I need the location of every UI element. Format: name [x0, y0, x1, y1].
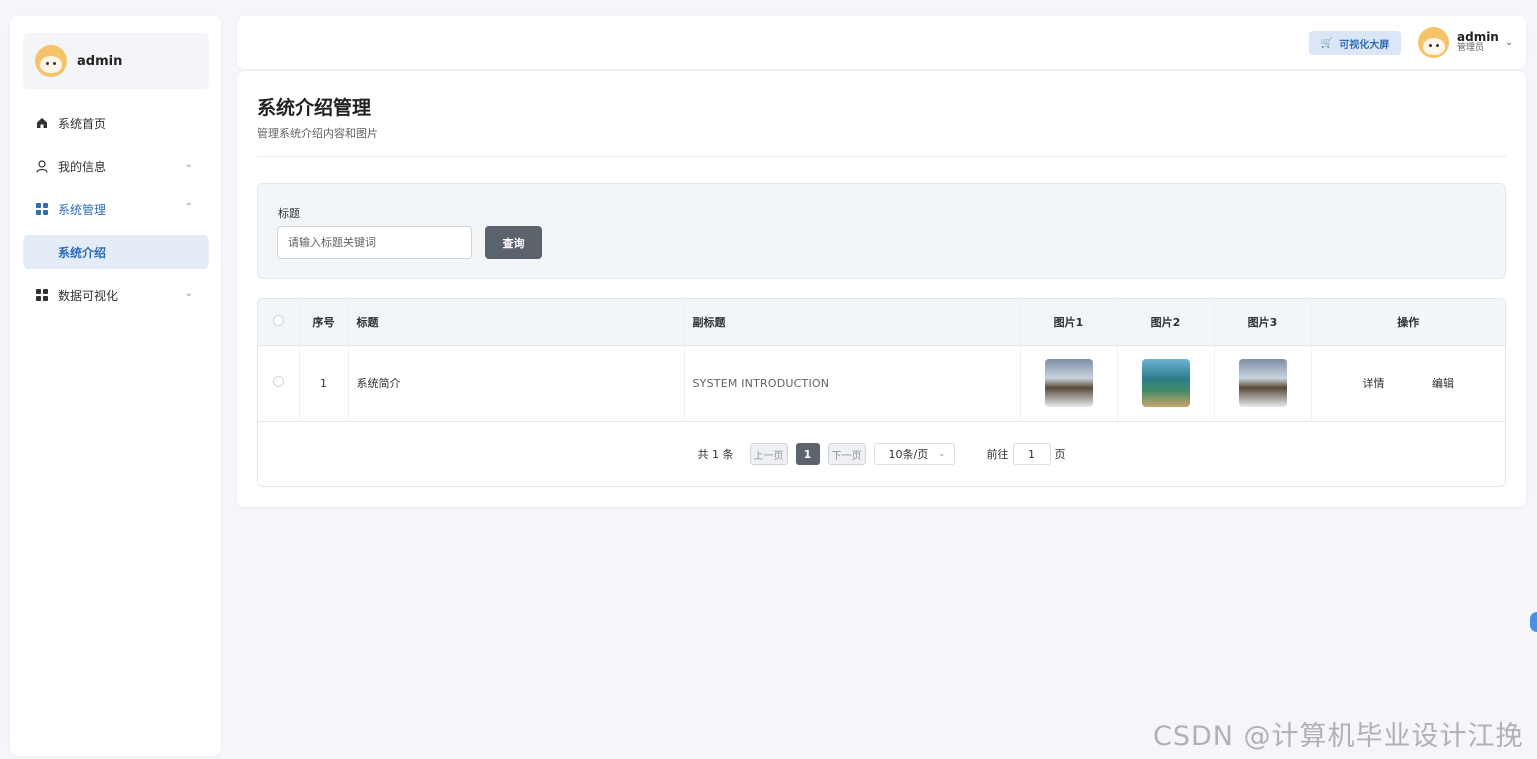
cell-image2 — [1117, 345, 1215, 422]
sidebar-item-label: 数据可视化 — [58, 288, 119, 303]
user-menu[interactable]: admin 管理员 ⌄ — [1418, 27, 1513, 58]
header-image2: 图片2 — [1117, 299, 1215, 346]
sidebar-menu: 系统首页 我的信息 ⌄ 系统管理 ⌃ 系统介绍 数据可视化 ⌄ — [23, 106, 209, 321]
row-checkbox-cell[interactable] — [258, 345, 300, 422]
header-image1: 图片1 — [1020, 299, 1118, 346]
home-icon — [35, 116, 49, 130]
top-bar: 🛒 可视化大屏 admin 管理员 ⌄ — [237, 16, 1526, 69]
grid-icon — [35, 202, 49, 216]
sidebar-item-my-info[interactable]: 我的信息 ⌄ — [23, 149, 209, 183]
chevron-down-icon: ⌄ — [937, 449, 946, 459]
sidebar-item-label: 系统介绍 — [58, 245, 107, 260]
big-screen-button[interactable]: 🛒 可视化大屏 — [1309, 31, 1401, 55]
select-all-checkbox-cell[interactable] — [258, 299, 300, 346]
sidebar-item-label: 系统管理 — [58, 202, 107, 217]
sidebar-item-label: 系统首页 — [58, 116, 107, 131]
cell-index: 1 — [299, 345, 349, 422]
goto-page-input[interactable]: 1 — [1012, 443, 1051, 465]
pagination: 共 1 条 上一页 1 下一页 10条/页 ⌄ 前往 1 页 — [258, 443, 1505, 465]
table-header-row: 序号 标题 副标题 图片1 图片2 图片3 操作 — [258, 299, 1505, 346]
header-title: 标题 — [348, 299, 685, 346]
chevron-up-icon: ⌃ — [184, 202, 193, 213]
sidebar-user-name: admin — [77, 53, 123, 69]
goto-prefix: 前往 — [986, 448, 1009, 461]
sidebar: admin 系统首页 我的信息 ⌄ 系统管理 ⌃ 系统介绍 数据可视化 ⌄ — [10, 16, 221, 756]
prev-page-button[interactable]: 上一页 — [749, 443, 788, 465]
top-user-role: 管理员 — [1457, 43, 1485, 54]
page-subtitle: 管理系统介绍内容和图片 — [257, 127, 378, 140]
avatar — [35, 45, 67, 77]
chevron-down-icon: ⌄ — [184, 288, 193, 299]
select-all-checkbox[interactable] — [272, 314, 284, 326]
sidebar-user-card: admin — [23, 33, 209, 89]
chevron-down-icon: ⌄ — [184, 159, 193, 170]
cart-icon: 🛒 — [1320, 37, 1334, 49]
image-thumbnail[interactable] — [1044, 359, 1093, 407]
cell-image3 — [1214, 345, 1312, 422]
pagination-total: 共 1 条 — [697, 448, 734, 461]
sidebar-item-data-visualization[interactable]: 数据可视化 ⌄ — [23, 278, 209, 312]
image-thumbnail[interactable] — [1238, 359, 1287, 407]
sidebar-item-system-management[interactable]: 系统管理 ⌃ — [23, 192, 209, 226]
data-table: 序号 标题 副标题 图片1 图片2 图片3 操作 1 系统简介 SYSTEM I… — [257, 298, 1506, 487]
main-content: 系统介绍管理 管理系统介绍内容和图片 标题 查询 序号 标题 副标题 图片1 图… — [237, 71, 1526, 507]
page-number-current[interactable]: 1 — [795, 443, 820, 465]
search-input[interactable] — [277, 226, 472, 259]
sidebar-item-home[interactable]: 系统首页 — [23, 106, 209, 140]
image-thumbnail[interactable] — [1141, 359, 1190, 407]
user-icon — [35, 159, 49, 173]
page-title: 系统介绍管理 — [257, 97, 372, 119]
header-actions: 操作 — [1311, 299, 1505, 346]
header-image3: 图片3 — [1214, 299, 1312, 346]
next-page-button[interactable]: 下一页 — [827, 443, 866, 465]
floating-button[interactable] — [1530, 612, 1537, 632]
goto-suffix: 页 — [1054, 448, 1066, 461]
cell-image1 — [1020, 345, 1118, 422]
chevron-down-icon: ⌄ — [1504, 37, 1514, 48]
table-row: 1 系统简介 SYSTEM INTRODUCTION 详情 编辑 — [258, 345, 1505, 422]
divider — [257, 156, 1506, 157]
avatar — [1418, 27, 1449, 58]
big-screen-label: 可视化大屏 — [1339, 39, 1390, 51]
header-index: 序号 — [299, 299, 349, 346]
search-button[interactable]: 查询 — [485, 226, 542, 259]
grid-icon — [35, 288, 49, 302]
row-checkbox[interactable] — [272, 376, 284, 387]
page-size-value: 10条/页 — [888, 448, 929, 461]
edit-button[interactable]: 编辑 — [1432, 375, 1454, 391]
sidebar-item-system-intro[interactable]: 系统介绍 — [23, 235, 209, 269]
cell-title: 系统简介 — [348, 345, 685, 422]
cell-actions: 详情 编辑 — [1311, 345, 1505, 422]
cell-subtitle: SYSTEM INTRODUCTION — [684, 345, 1021, 422]
search-panel: 标题 查询 — [257, 183, 1506, 279]
detail-button[interactable]: 详情 — [1363, 375, 1385, 391]
page-size-select[interactable]: 10条/页 ⌄ — [873, 443, 955, 465]
watermark: CSDN @计算机毕业设计江挽 — [1153, 721, 1524, 752]
search-label: 标题 — [278, 207, 300, 220]
sidebar-item-label: 我的信息 — [58, 159, 107, 174]
header-subtitle: 副标题 — [684, 299, 1021, 346]
